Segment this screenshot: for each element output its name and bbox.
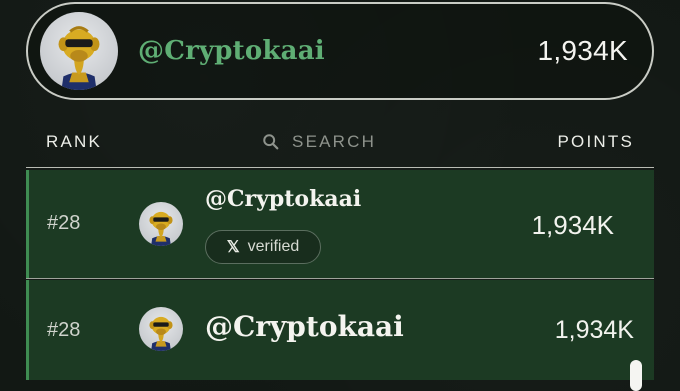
search-icon xyxy=(263,134,279,150)
header-divider xyxy=(26,167,654,168)
verified-badge: 𝕏 verified xyxy=(205,230,321,264)
header-points: 1,934K xyxy=(537,35,628,66)
row-rank: #28 xyxy=(47,212,81,234)
scrollbar-handle[interactable] xyxy=(630,360,642,391)
row-rank: #28 xyxy=(47,319,81,341)
row-handle[interactable]: @Cryptokaai xyxy=(205,186,361,212)
ape-avatar-icon xyxy=(139,307,183,351)
verified-label: verified xyxy=(247,238,300,255)
profile-header-card[interactable]: @Cryptokaai 1,934K xyxy=(26,2,654,100)
row-divider xyxy=(26,278,654,279)
search-placeholder: SEARCH xyxy=(292,132,377,151)
rank-column-label[interactable]: RANK xyxy=(46,132,102,152)
x-logo-icon: 𝕏 xyxy=(226,239,240,256)
search-field[interactable]: SEARCH xyxy=(262,132,376,152)
leaderboard-row[interactable]: #28 @Cryptokaai 𝕏 verified 1,934K xyxy=(26,170,654,278)
header-handle[interactable]: @Cryptokaai xyxy=(138,36,325,66)
points-column-label[interactable]: POINTS xyxy=(558,132,635,152)
ape-avatar-icon xyxy=(40,12,118,90)
row-points: 1,934K xyxy=(554,316,634,344)
row-handle[interactable]: @Cryptokaai xyxy=(205,310,404,343)
leaderboard-row[interactable]: #28 @Cryptokaai 1,934K xyxy=(26,280,654,380)
row-points: 1,934K xyxy=(531,210,614,240)
leaderboard-column-header: RANK SEARCH POINTS xyxy=(26,124,654,160)
ape-avatar-icon xyxy=(139,202,183,246)
